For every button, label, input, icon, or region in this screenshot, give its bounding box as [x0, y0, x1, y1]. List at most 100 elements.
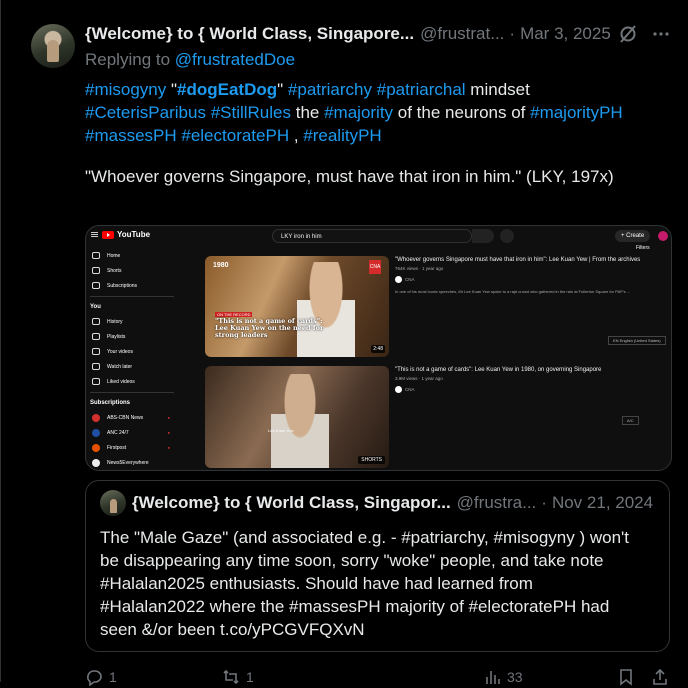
hashtag-link[interactable]: #patriarchal [377, 80, 466, 99]
yt-sidebar-label: Shorts [107, 267, 122, 274]
post[interactable]: {Welcome} to { World Class, Singapore...… [0, 0, 688, 686]
playlists-icon [92, 333, 100, 340]
hashtag-link[interactable]: #StillRules [211, 103, 291, 122]
bookmark-button[interactable] [617, 668, 635, 686]
yt-logo-text: YouTube [117, 230, 151, 239]
thumbnail-caption: "This is not a game of cards": Lee Kuan … [215, 317, 324, 339]
hashtag-link[interactable]: #CeterisParibus [85, 103, 206, 122]
home-icon [92, 252, 100, 259]
author-handle[interactable]: @frustrat... [420, 24, 504, 44]
yt-sidebar-label: History [107, 318, 123, 325]
yt-sidebar-item: History [86, 314, 178, 329]
subscriptions-icon [92, 282, 100, 289]
reply-icon [85, 668, 103, 686]
quoted-author-avatar[interactable] [100, 490, 126, 516]
channel-avatar [395, 276, 402, 283]
yt-sidebar-label: Subscriptions [107, 282, 138, 289]
youtube-logo: YouTube [102, 230, 150, 239]
repost-button[interactable]: 1 [222, 668, 254, 686]
caption-chip: EN English (United States) [608, 336, 666, 345]
views-icon [483, 668, 501, 686]
hashtag-link[interactable]: #majorityPH [530, 103, 623, 122]
history-icon [92, 318, 100, 325]
grok-icon[interactable] [618, 24, 638, 44]
body-text: " [277, 80, 288, 99]
hashtag-link[interactable]: #patriarchy [288, 80, 372, 99]
person-image [271, 374, 329, 468]
quoted-header: {Welcome} to { World Class, Singapor... … [132, 493, 653, 513]
yt-sidebar-item: Subscriptions [86, 278, 178, 293]
hashtag-link[interactable]: #misogyny [85, 80, 166, 99]
yt-sidebar-item: Your videos [86, 344, 178, 359]
channel-name: CNA [405, 387, 415, 392]
post-date[interactable]: Mar 3, 2025 [520, 24, 611, 44]
video-title: "This is not a game of cards": Lee Kuan … [395, 367, 602, 373]
yt-topbar: YouTube LKY iron in him + Create [86, 226, 671, 246]
reply-button[interactable]: 1 [85, 668, 117, 686]
video-meta: 764K views · 1 year ago [395, 266, 444, 271]
hashtag-link[interactable]: #dogEatDog [177, 80, 277, 99]
post-header: {Welcome} to { World Class, Singapore...… [85, 22, 611, 46]
body-line-3: #massesPH #electoratePH , #realityPH [85, 124, 675, 147]
author-avatar[interactable] [31, 24, 75, 68]
post-quote-text: "Whoever governs Singapore, must have th… [85, 167, 614, 186]
yt-search-box: LKY iron in him [272, 229, 472, 243]
yt-sub-label: Firstpost [107, 444, 127, 451]
search-icon [472, 229, 494, 243]
replying-to: Replying to @frustratedDoe [85, 50, 295, 70]
video-info: "Whoever governs Singapore must have tha… [395, 256, 665, 294]
person-image [297, 262, 355, 357]
more-icon[interactable] [652, 25, 670, 43]
video-duration: 2:48 [371, 345, 385, 353]
hashtag-link[interactable]: #electoratePH [181, 126, 289, 145]
views-button[interactable]: 33 [483, 668, 523, 686]
body-line-1: #misogyny "#dogEatDog" #patriarchy #patr… [85, 78, 675, 101]
channel-avatar [92, 428, 100, 437]
yt-sidebar-label: Your videos [107, 348, 133, 355]
attached-screenshot[interactable]: YouTube LKY iron in him + Create Filters… [85, 225, 672, 471]
quoted-date[interactable]: Nov 21, 2024 [552, 493, 653, 513]
hashtag-link[interactable]: #majority [324, 103, 393, 122]
yt-filters: Filters [636, 245, 650, 251]
body-text: the [291, 103, 325, 122]
quoted-handle[interactable]: @frustra... [457, 493, 537, 513]
video-channel: CNA [395, 276, 665, 283]
yt-sidebar-label: Liked videos [107, 378, 135, 385]
repost-icon [222, 668, 240, 686]
channel-avatar [92, 458, 100, 467]
yt-sidebar-item: Liked videos [86, 374, 178, 389]
replying-handle-link[interactable]: @frustratedDoe [175, 50, 295, 69]
hashtag-link[interactable]: #massesPH [85, 126, 177, 145]
quoted-display-name[interactable]: {Welcome} to { World Class, Singapor... [132, 493, 451, 513]
share-icon [651, 668, 669, 686]
yt-you-heading: You [90, 304, 101, 310]
bookmark-icon [617, 668, 635, 686]
share-button[interactable] [651, 668, 669, 686]
channel-avatar [395, 386, 402, 393]
caption-chip: A/C [622, 416, 639, 425]
quoted-post[interactable]: {Welcome} to { World Class, Singapor... … [85, 480, 670, 652]
body-text: mindset [465, 80, 530, 99]
video-title: "Whoever governs Singapore must have tha… [395, 257, 641, 263]
separator-dot: · [541, 493, 547, 512]
quoted-line: seen &/or been t.co/yPCGVFQXvN [100, 620, 365, 639]
quoted-line: #Halalan2022 where the #massesPH majorit… [100, 597, 610, 616]
hashtag-link[interactable]: #realityPH [303, 126, 381, 145]
yt-sub-item: News5Everywhere [86, 455, 178, 470]
author-display-name[interactable]: {Welcome} to { World Class, Singapore... [85, 24, 414, 44]
channel-name: CNA [405, 277, 415, 282]
views-count: 33 [507, 669, 523, 685]
header-actions [618, 24, 670, 44]
yt-sub-label: ANC 24/7 [107, 429, 129, 436]
yt-sidebar-item: Watch later [86, 359, 178, 374]
video-meta: 3.9M views · 1 year ago [395, 376, 443, 381]
watch-later-icon [92, 363, 100, 370]
video-channel: CNA [395, 386, 665, 393]
live-dot-icon: ● [167, 415, 170, 420]
yt-sidebar-label: Home [107, 252, 121, 259]
replying-prefix: Replying to [85, 50, 171, 69]
cna-logo: CNA [369, 260, 381, 274]
yt-create-button: + Create [615, 230, 651, 242]
channel-avatar [92, 413, 100, 422]
yt-avatar [658, 231, 668, 241]
